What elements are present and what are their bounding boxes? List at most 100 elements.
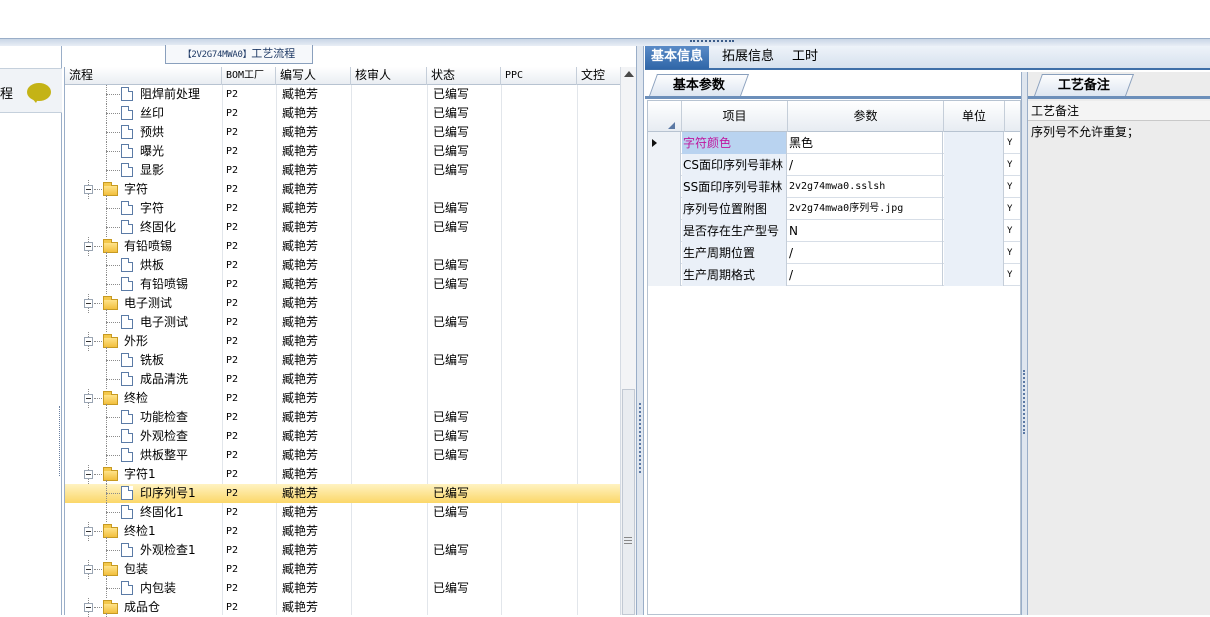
table-row[interactable]: 烘板整平 P2 臧艳芳 已编写 (65, 446, 620, 465)
row-header-corner[interactable] (648, 101, 682, 132)
col-header-bom[interactable]: BOM工厂 (222, 67, 276, 85)
table-row[interactable]: 电子测试 P2 臧艳芳 已编写 (65, 313, 620, 332)
col-header-reviewer[interactable]: 核审人 (351, 67, 427, 85)
table-row[interactable]: 电子测试 P2 臧艳芳 (65, 294, 620, 313)
table-row[interactable]: 外观检查 P2 臧艳芳 已编写 (65, 427, 620, 446)
scrollbar-thumb[interactable] (622, 389, 635, 615)
table-row[interactable]: 包装 P2 臧艳芳 (65, 560, 620, 579)
param-item-cell[interactable]: 是否存在生产型号 (682, 220, 787, 242)
table-row[interactable]: 终检 P2 臧艳芳 (65, 389, 620, 408)
param-unit-cell[interactable] (944, 220, 1004, 242)
table-row[interactable]: 显影 P2 臧艳芳 已编写 (65, 161, 620, 180)
collapse-icon[interactable] (84, 185, 93, 194)
collapse-icon[interactable] (84, 242, 93, 251)
row-header[interactable] (648, 264, 681, 286)
param-unit-cell[interactable] (944, 132, 1004, 154)
collapse-icon[interactable] (84, 337, 93, 346)
table-row[interactable]: 丝印 P2 臧艳芳 已编写 (65, 104, 620, 123)
table-row[interactable]: 字符1 P2 臧艳芳 (65, 465, 620, 484)
col-header-status[interactable]: 状态 (427, 67, 501, 85)
collapse-icon[interactable] (84, 603, 93, 612)
param-unit-cell[interactable] (944, 198, 1004, 220)
table-row[interactable]: 终固化1 P2 臧艳芳 已编写 (65, 503, 620, 522)
table-row[interactable]: 有铅喷锡 P2 臧艳芳 已编写 (65, 275, 620, 294)
col-header-author[interactable]: 编写人 (276, 67, 351, 85)
collapse-icon[interactable] (84, 394, 93, 403)
param-row[interactable]: SS面印序列号菲林 2v2g74mwa0.sslsh Y (648, 176, 1020, 198)
table-row[interactable]: 外形 P2 臧艳芳 (65, 332, 620, 351)
row-header[interactable] (648, 132, 681, 154)
collapse-icon[interactable] (84, 470, 93, 479)
col-header-flow[interactable]: 流程 (65, 67, 222, 85)
middle-splitter-grip[interactable] (639, 403, 641, 473)
table-row[interactable]: 成品清洗 P2 臧艳芳 (65, 370, 620, 389)
table-row[interactable]: 铣板 P2 臧艳芳 已编写 (65, 351, 620, 370)
param-row[interactable]: 字符颜色 黑色 Y (648, 132, 1020, 154)
tab-basic-params[interactable]: 基本参数 (648, 74, 750, 96)
remarks-text[interactable]: 序列号不允许重复； (1031, 123, 1139, 140)
col-header-param[interactable]: 参数 (788, 101, 944, 132)
tab-work-hours[interactable]: 工时 (786, 46, 824, 69)
param-row[interactable]: 生产周期格式 / Y (648, 264, 1020, 286)
collapse-icon[interactable] (84, 565, 93, 574)
table-row[interactable]: 预烘 P2 臧艳芳 已编写 (65, 123, 620, 142)
table-row[interactable]: 终检1 P2 臧艳芳 (65, 522, 620, 541)
table-row[interactable]: 终固化 P2 臧艳芳 已编写 (65, 218, 620, 237)
col-header-item[interactable]: 项目 (682, 101, 788, 132)
collapse-icon[interactable] (84, 527, 93, 536)
row-header[interactable] (648, 154, 681, 176)
table-row[interactable]: 烘板 P2 臧艳芳 已编写 (65, 256, 620, 275)
col-header-unit[interactable]: 单位 (944, 101, 1005, 132)
param-value-cell[interactable]: 黑色 (788, 132, 943, 154)
table-row[interactable]: 曝光 P2 臧艳芳 已编写 (65, 142, 620, 161)
tab-extended-info[interactable]: 拓展信息 (716, 46, 780, 69)
col-header-flag[interactable] (1005, 101, 1020, 132)
table-row[interactable]: 印序列号1 P2 臧艳芳 已编写 (65, 484, 620, 503)
param-value-cell[interactable]: 2v2g74mwa0序列号.jpg (788, 198, 943, 220)
middle-splitter[interactable] (636, 46, 644, 615)
collapse-icon[interactable] (84, 299, 93, 308)
row-header[interactable] (648, 242, 681, 264)
right-splitter-grip[interactable] (1023, 370, 1025, 434)
param-item-cell[interactable]: 生产周期格式 (682, 264, 787, 286)
table-row[interactable]: 功能检查 P2 臧艳芳 已编写 (65, 408, 620, 427)
param-row[interactable]: CS面印序列号菲林 / Y (648, 154, 1020, 176)
row-header[interactable] (648, 198, 681, 220)
table-row[interactable]: 成品仓 P2 臧艳芳 (65, 598, 620, 617)
table-row[interactable]: 有铅喷锡 P2 臧艳芳 (65, 237, 620, 256)
param-value-cell[interactable]: 2v2g74mwa0.sslsh (788, 176, 943, 198)
table-row[interactable]: 字符 P2 臧艳芳 已编写 (65, 199, 620, 218)
tab-basic-info[interactable]: 基本信息 (645, 46, 710, 69)
param-unit-cell[interactable] (944, 242, 1004, 264)
param-item-cell[interactable]: 字符颜色 (682, 132, 787, 154)
top-splitter-grip[interactable] (690, 40, 734, 43)
comment-icon[interactable] (27, 83, 51, 103)
left-splitter-grip[interactable] (59, 406, 63, 476)
param-row[interactable]: 序列号位置附图 2v2g74mwa0序列号.jpg Y (648, 198, 1020, 220)
scroll-up-arrow-icon[interactable] (624, 71, 634, 77)
param-value-cell[interactable]: / (788, 264, 943, 286)
col-header-ppc[interactable]: PPC (501, 67, 577, 85)
param-value-cell[interactable]: / (788, 154, 943, 176)
param-unit-cell[interactable] (944, 264, 1004, 286)
row-header[interactable] (648, 220, 681, 242)
table-row[interactable]: 外观检查1 P2 臧艳芳 已编写 (65, 541, 620, 560)
tab-process-remarks[interactable]: 工艺备注 (1033, 74, 1135, 96)
row-header[interactable] (648, 176, 681, 198)
param-row[interactable]: 是否存在生产型号 N Y (648, 220, 1020, 242)
vertical-scrollbar[interactable] (620, 67, 636, 615)
col-header-doc-control[interactable]: 文控 (577, 67, 620, 85)
right-splitter[interactable] (1021, 72, 1028, 615)
param-item-cell[interactable]: SS面印序列号菲林 (682, 176, 787, 198)
table-row[interactable]: 内包装 P2 臧艳芳 已编写 (65, 579, 620, 598)
param-unit-cell[interactable] (944, 154, 1004, 176)
param-item-cell[interactable]: 生产周期位置 (682, 242, 787, 264)
param-value-cell[interactable]: / (788, 242, 943, 264)
table-row[interactable]: 阻焊前处理 P2 臧艳芳 已编写 (65, 85, 620, 104)
param-row[interactable]: 生产周期位置 / Y (648, 242, 1020, 264)
param-value-cell[interactable]: N (788, 220, 943, 242)
param-unit-cell[interactable] (944, 176, 1004, 198)
param-item-cell[interactable]: CS面印序列号菲林 (682, 154, 787, 176)
param-item-cell[interactable]: 序列号位置附图 (682, 198, 787, 220)
table-row[interactable]: 字符 P2 臧艳芳 (65, 180, 620, 199)
